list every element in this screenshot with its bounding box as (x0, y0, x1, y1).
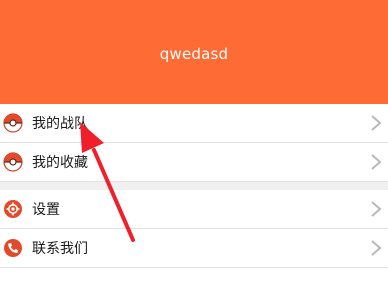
menu-item-my-team[interactable]: 我的战队 (0, 104, 388, 143)
menu-label: 我的收藏 (32, 155, 88, 171)
menu-item-settings[interactable]: 设置 (0, 190, 388, 229)
chevron-right-icon (371, 201, 382, 217)
chevron-right-icon (371, 240, 382, 256)
menu-item-contact-us[interactable]: 联系我们 (0, 229, 388, 268)
menu-label: 我的战队 (32, 116, 88, 132)
username: qwedasd (159, 45, 229, 63)
chevron-right-icon (371, 154, 382, 170)
phone-icon (2, 237, 24, 259)
menu-item-my-favorites[interactable]: 我的收藏 (0, 143, 388, 182)
chevron-right-icon (371, 115, 382, 131)
pokeball-icon (2, 112, 24, 134)
menu-label: 设置 (32, 202, 60, 218)
menu-label: 联系我们 (32, 241, 88, 257)
profile-header: qwedasd (0, 0, 388, 104)
menu-group-bottom: 设置 联系我们 (0, 190, 388, 268)
section-divider (0, 182, 388, 190)
menu-group-top: 我的战队 我的收藏 (0, 104, 388, 182)
pokeball-icon (2, 151, 24, 173)
settings-icon (2, 198, 24, 220)
